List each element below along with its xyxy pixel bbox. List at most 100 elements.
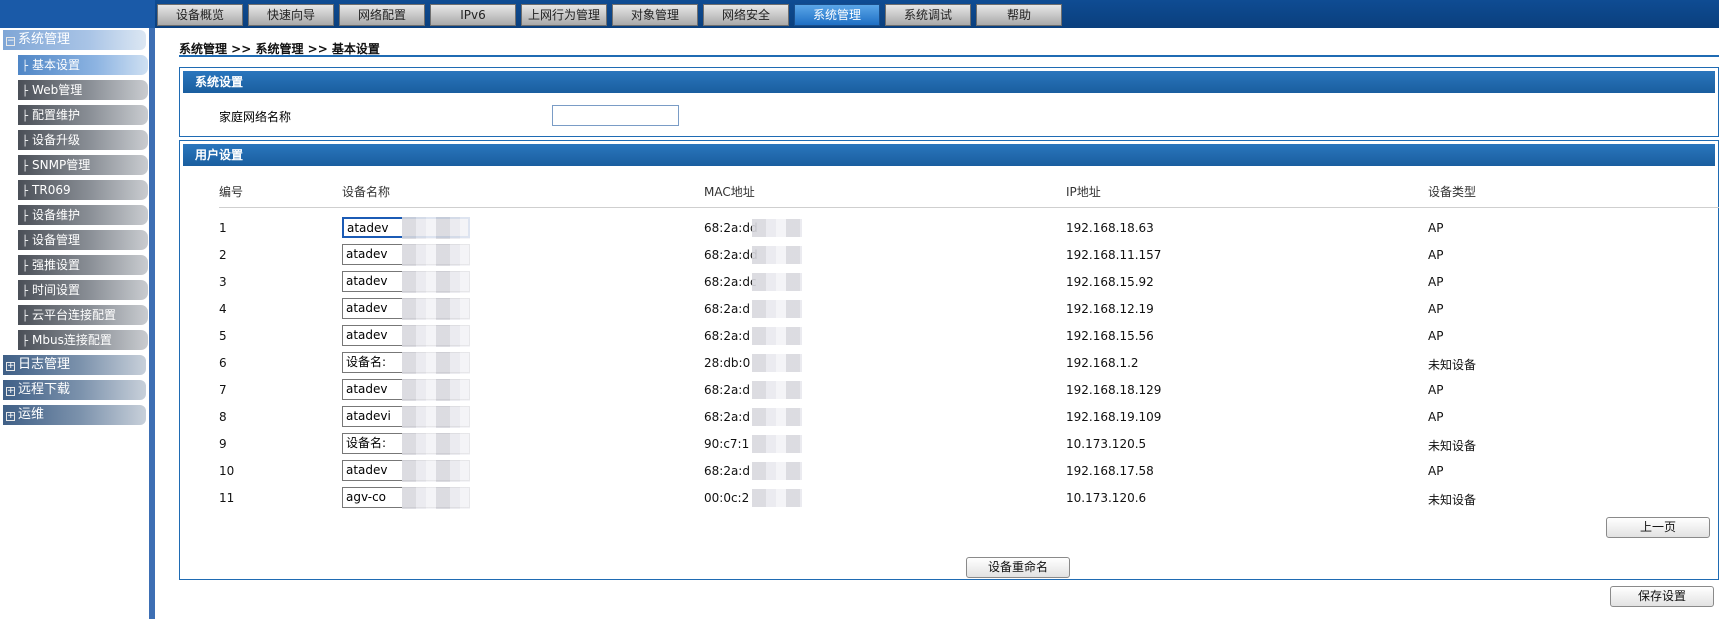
save-settings-button[interactable]: 保存设置 xyxy=(1610,586,1714,607)
sidebar-item-web-management[interactable]: ├ Web管理 xyxy=(18,80,148,100)
tab-device-overview[interactable]: 设备概览 xyxy=(157,4,243,26)
tab-internet-behavior[interactable]: 上网行为管理 xyxy=(521,4,607,26)
tree-branch-icon: ├ xyxy=(22,61,29,72)
column-header-mac: MAC地址 xyxy=(704,185,755,199)
redaction-blur xyxy=(752,327,802,345)
prev-page-button[interactable]: 上一页 xyxy=(1606,517,1710,538)
rename-device-button[interactable]: 设备重命名 xyxy=(966,557,1070,578)
device-type: AP xyxy=(1428,383,1444,397)
sidebar-item-mbus[interactable]: ├ Mbus连接配置 xyxy=(18,330,148,350)
sidebar-group-log-management[interactable]: + 日志管理 xyxy=(3,355,146,375)
tab-ipv6[interactable]: IPv6 xyxy=(430,4,516,26)
tree-branch-icon: ├ xyxy=(22,286,29,297)
ip-address: 10.173.120.6 xyxy=(1066,491,1147,505)
ip-address: 192.168.12.19 xyxy=(1066,302,1154,316)
row-number: 3 xyxy=(219,275,227,289)
home-network-name-input[interactable] xyxy=(552,105,679,126)
redaction-blur xyxy=(402,244,470,266)
sidebar-group-label: 远程下载 xyxy=(18,382,71,397)
sidebar-item-label: TR069 xyxy=(32,183,71,197)
tab-system-management[interactable]: 系统管理 xyxy=(794,4,880,26)
system-settings-panel: 系统设置 家庭网络名称 xyxy=(179,67,1719,137)
header-divider xyxy=(219,207,1719,208)
sidebar: − 系统管理 ├ 基本设置 ├ Web管理 ├ 配置维护 ├ 设备升级 ├ SNMP管理 ├… xyxy=(0,28,155,619)
sidebar-item-label: 设备管理 xyxy=(32,233,81,247)
sidebar-item-snmp[interactable]: ├ SNMP管理 xyxy=(18,155,148,175)
ip-address: 10.173.120.5 xyxy=(1066,437,1147,451)
redaction-blur xyxy=(752,273,802,291)
redaction-blur xyxy=(402,460,470,482)
sidebar-item-tr069[interactable]: ├ TR069 xyxy=(18,180,148,200)
row-number: 8 xyxy=(219,410,227,424)
sidebar-item-force-push[interactable]: ├ 强推设置 xyxy=(18,255,148,275)
tab-network-config[interactable]: 网络配置 xyxy=(339,4,425,26)
sidebar-item-label: 设备升级 xyxy=(32,133,81,147)
redaction-blur xyxy=(752,408,802,426)
row-number: 9 xyxy=(219,437,227,451)
sidebar-group-system-management[interactable]: − 系统管理 xyxy=(3,30,146,50)
sidebar-item-device-management[interactable]: ├ 设备管理 xyxy=(18,230,148,250)
mac-address: 90:c7:1 xyxy=(704,437,750,451)
tab-object-management[interactable]: 对象管理 xyxy=(612,4,698,26)
tree-branch-icon: ├ xyxy=(22,136,29,147)
tree-branch-icon: ├ xyxy=(22,161,29,172)
redaction-blur xyxy=(402,217,470,239)
redaction-blur xyxy=(752,300,802,318)
tab-help[interactable]: 帮助 xyxy=(976,4,1062,26)
row-number: 10 xyxy=(219,464,235,478)
row-number: 5 xyxy=(219,329,227,343)
sidebar-item-time-settings[interactable]: ├ 时间设置 xyxy=(18,280,148,300)
ip-address: 192.168.15.56 xyxy=(1066,329,1154,343)
top-navigation-bar: 设备概览 快速向导 网络配置 IPv6 上网行为管理 对象管理 网络安全 系统管… xyxy=(0,0,1719,28)
device-type: AP xyxy=(1428,464,1444,478)
sidebar-group-operations[interactable]: + 运维 xyxy=(3,405,146,425)
system-settings-title: 系统设置 xyxy=(183,71,1715,93)
redaction-blur xyxy=(752,246,802,264)
ip-address: 192.168.17.58 xyxy=(1066,464,1154,478)
sidebar-item-basic-settings[interactable]: ├ 基本设置 xyxy=(18,55,148,75)
sidebar-item-cloud-platform[interactable]: ├ 云平台连接配置 xyxy=(18,305,148,325)
sidebar-item-label: 配置维护 xyxy=(32,108,81,122)
sidebar-item-device-upgrade[interactable]: ├ 设备升级 xyxy=(18,130,148,150)
ip-address: 192.168.11.157 xyxy=(1066,248,1162,262)
mac-address: 28:db:0 xyxy=(704,356,751,370)
ip-address: 192.168.19.109 xyxy=(1066,410,1162,424)
redaction-blur xyxy=(402,271,470,293)
device-type: AP xyxy=(1428,329,1444,343)
tree-branch-icon: ├ xyxy=(22,211,29,222)
tab-network-security[interactable]: 网络安全 xyxy=(703,4,789,26)
tab-quick-wizard[interactable]: 快速向导 xyxy=(248,4,334,26)
device-type: 未知设备 xyxy=(1428,358,1477,372)
tree-branch-icon: ├ xyxy=(22,111,29,122)
mac-address: 68:2a:d xyxy=(704,410,750,424)
ip-address: 192.168.18.129 xyxy=(1066,383,1162,397)
user-settings-panel: 用户设置 编号 设备名称 MAC地址 IP地址 设备类型 1 atadev 68:2… xyxy=(179,140,1719,580)
user-settings-title: 用户设置 xyxy=(183,144,1715,166)
row-number: 11 xyxy=(219,491,235,505)
sidebar-group-remote-download[interactable]: + 远程下载 xyxy=(3,380,146,400)
tab-system-debug[interactable]: 系统调试 xyxy=(885,4,971,26)
collapse-icon: − xyxy=(6,36,15,46)
redaction-blur xyxy=(402,487,470,509)
row-number: 2 xyxy=(219,248,227,262)
sidebar-item-device-maintenance[interactable]: ├ 设备维护 xyxy=(18,205,148,225)
sidebar-item-label: 基本设置 xyxy=(32,58,81,72)
tree-branch-icon: ├ xyxy=(22,311,29,322)
sidebar-item-label: 云平台连接配置 xyxy=(32,308,117,322)
top-nav-tabs: 设备概览 快速向导 网络配置 IPv6 上网行为管理 对象管理 网络安全 系统管… xyxy=(157,4,1067,26)
sidebar-group-label: 日志管理 xyxy=(18,357,71,372)
sidebar-item-config-maintenance[interactable]: ├ 配置维护 xyxy=(18,105,148,125)
device-type: AP xyxy=(1428,275,1444,289)
sidebar-item-label: 设备维护 xyxy=(32,208,81,222)
mac-address: 00:0c:2 xyxy=(704,491,750,505)
tree-branch-icon: ├ xyxy=(22,336,29,347)
row-number: 1 xyxy=(219,221,227,235)
row-number: 6 xyxy=(219,356,227,370)
column-header-device-name: 设备名称 xyxy=(342,185,391,199)
redaction-blur xyxy=(752,435,802,453)
sidebar-group-label: 运维 xyxy=(18,407,45,422)
sidebar-item-label: 强推设置 xyxy=(32,258,81,272)
redaction-blur xyxy=(402,352,470,374)
row-number: 4 xyxy=(219,302,227,316)
ip-address: 192.168.15.92 xyxy=(1066,275,1154,289)
